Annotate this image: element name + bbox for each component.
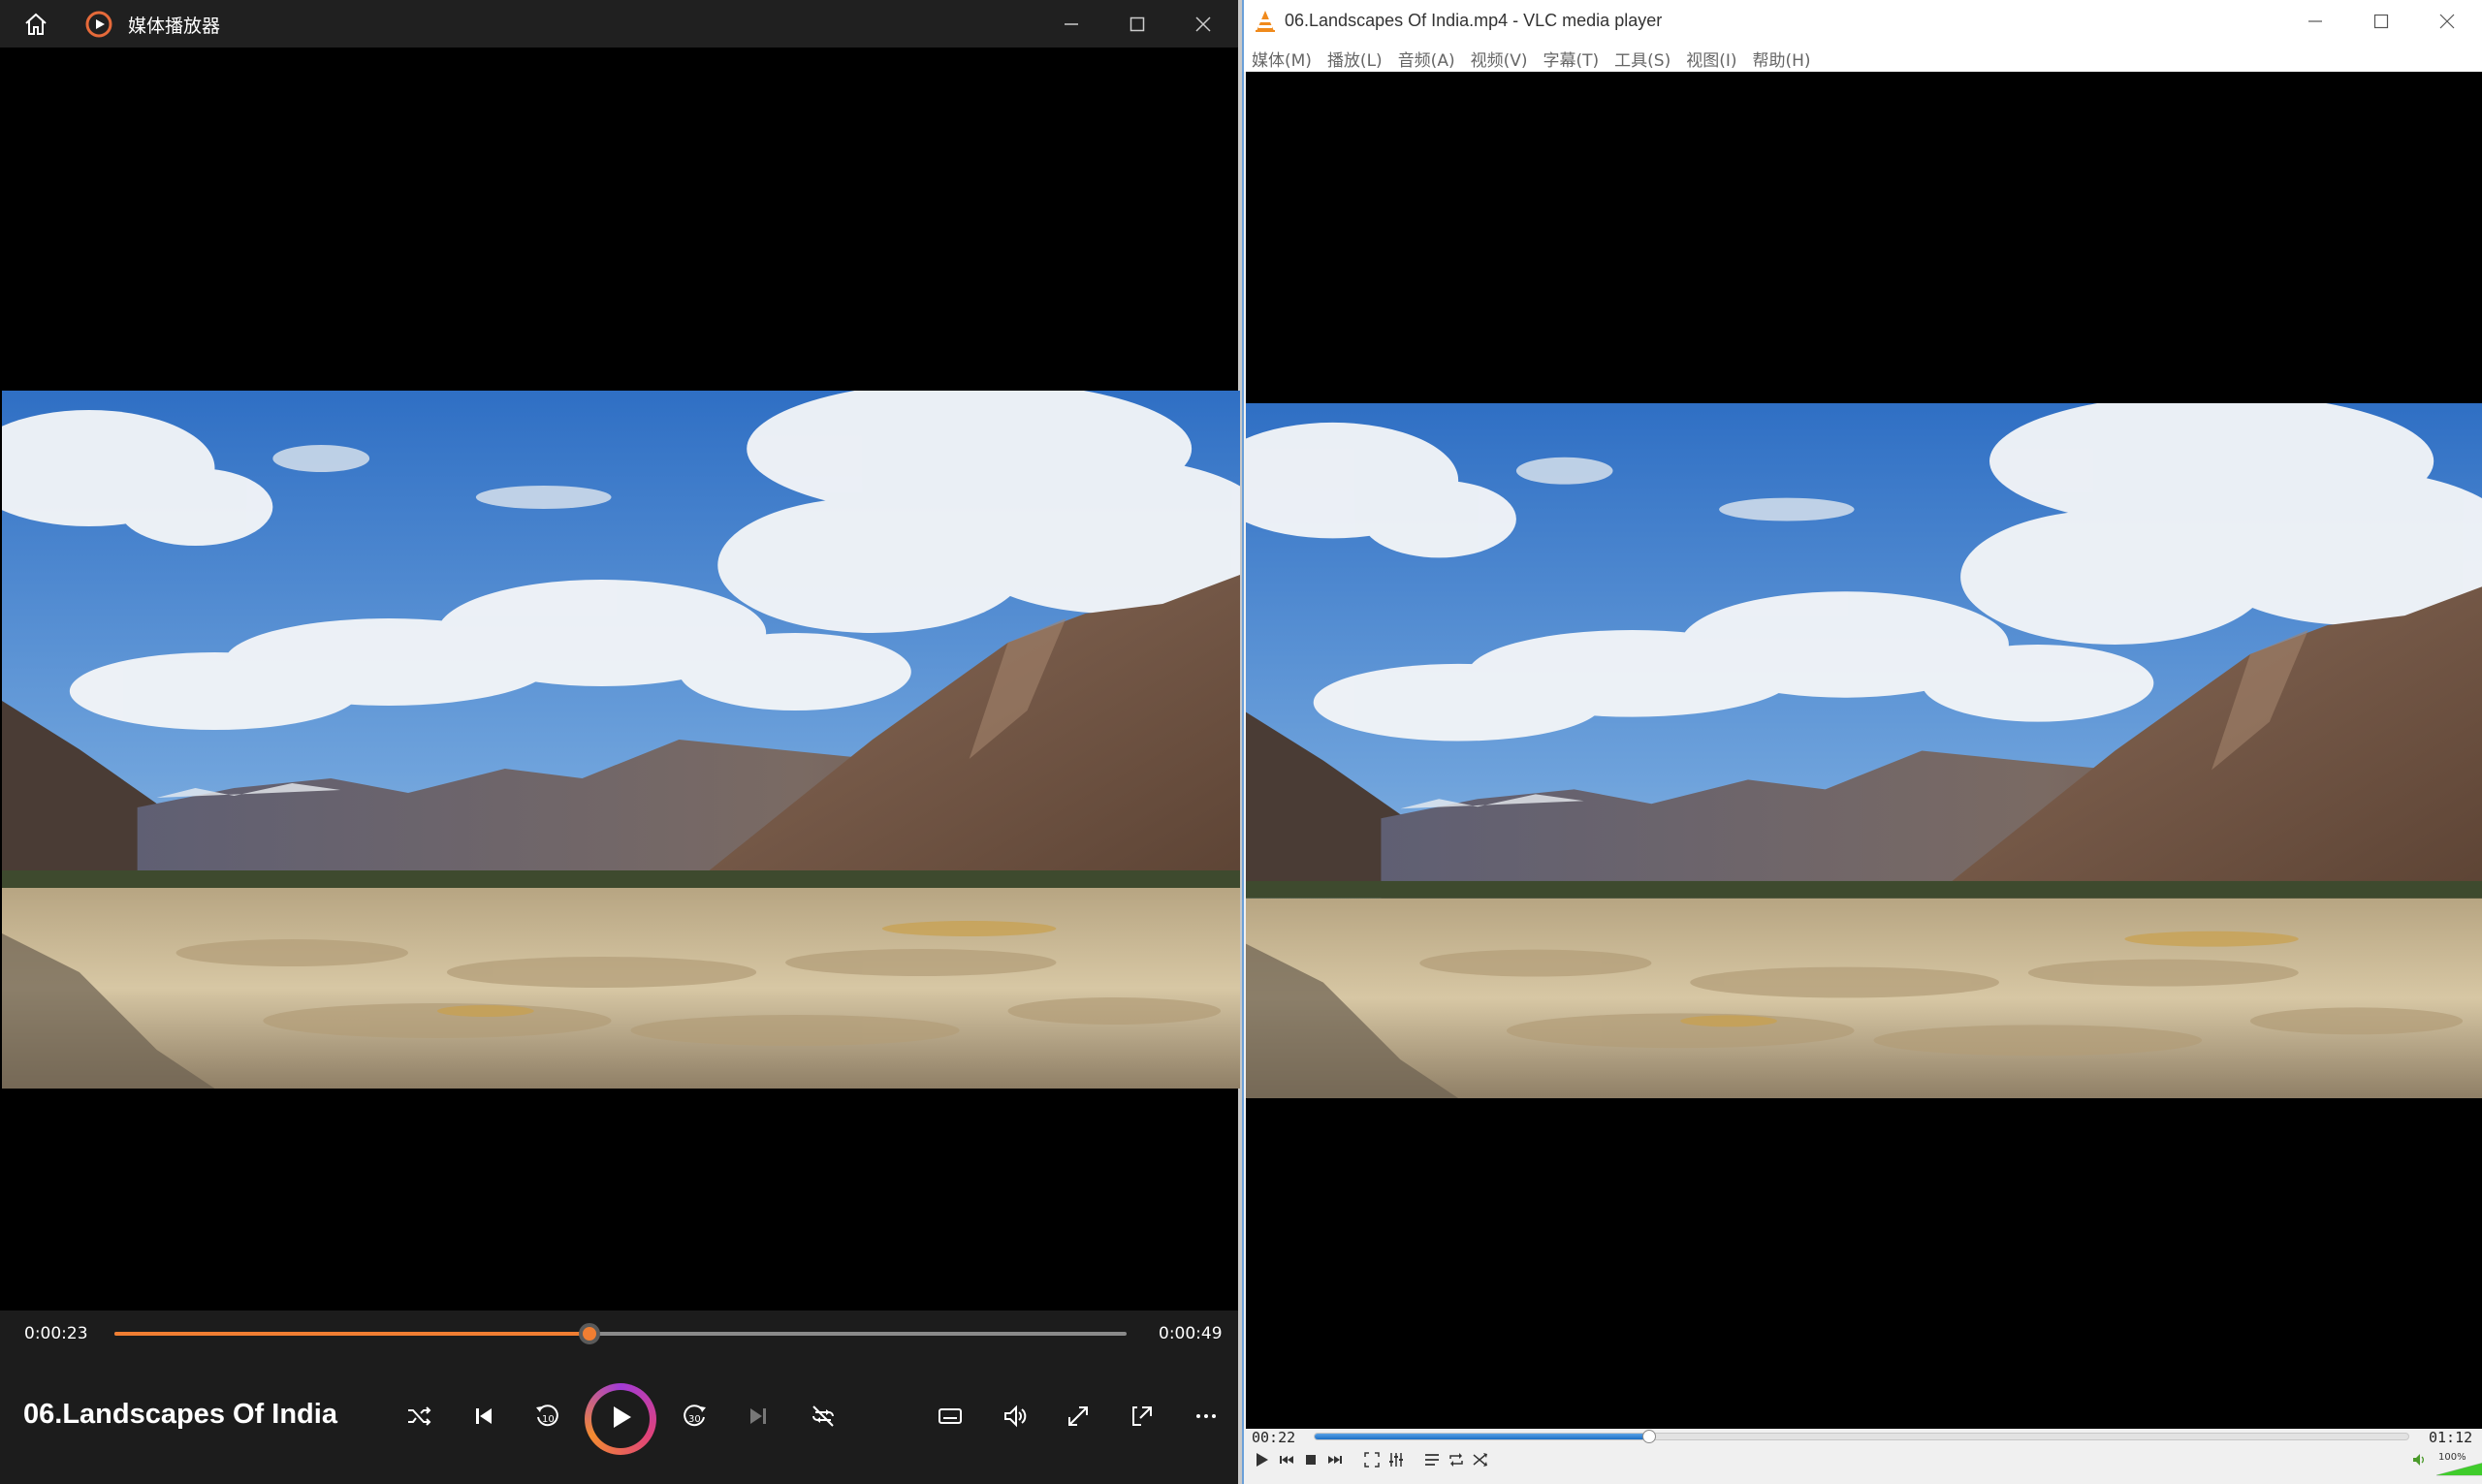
random-icon [1472, 1451, 1489, 1472]
stop-icon [1302, 1451, 1320, 1472]
miniplayer-icon [1129, 1403, 1156, 1434]
maximize-button[interactable] [1104, 0, 1170, 47]
forward-30-button[interactable]: 30 [669, 1392, 721, 1444]
volume-button[interactable] [989, 1392, 1041, 1444]
close-button[interactable] [1170, 0, 1236, 47]
maximize-button[interactable] [2348, 0, 2414, 43]
loop-icon [1448, 1451, 1465, 1472]
volume-icon [1002, 1403, 1029, 1434]
next-button[interactable] [1323, 1450, 1347, 1473]
subtitles-button[interactable] [924, 1392, 976, 1444]
play-button[interactable] [585, 1383, 656, 1455]
repeat-button[interactable] [797, 1392, 849, 1444]
fullscreen-button[interactable] [1052, 1392, 1104, 1444]
menu-subtitle[interactable]: 字幕(T) [1543, 43, 1607, 72]
svg-text:10: 10 [542, 1414, 555, 1425]
minimize-button[interactable] [1038, 0, 1104, 47]
menu-playback[interactable]: 播放(L) [1327, 43, 1390, 72]
forward-30-icon: 30 [681, 1402, 710, 1435]
title-bar: 06.Landscapes Of India.mp4 - VLC media p… [1244, 0, 2482, 43]
repeat-icon [810, 1403, 837, 1434]
volume-button[interactable] [2407, 1450, 2431, 1473]
miniplayer-button[interactable] [1116, 1392, 1168, 1444]
more-button[interactable] [1180, 1392, 1232, 1444]
menu-media[interactable]: 媒体(M) [1252, 43, 1320, 72]
menu-help[interactable]: 帮助(H) [1753, 43, 1819, 72]
seek-progress [1315, 1434, 1649, 1439]
stop-button[interactable] [1299, 1450, 1322, 1473]
previous-button[interactable] [1275, 1450, 1298, 1473]
home-icon[interactable] [21, 10, 50, 39]
menu-video[interactable]: 视频(V) [1471, 43, 1536, 72]
next-button[interactable] [732, 1392, 784, 1444]
loop-button[interactable] [1445, 1450, 1468, 1473]
menu-tools[interactable]: 工具(S) [1614, 43, 1678, 72]
app-title: 媒体播放器 [128, 16, 221, 37]
vlc-cone-icon [1254, 10, 1277, 33]
play-button[interactable] [1250, 1450, 1273, 1473]
more-icon [1193, 1403, 1220, 1434]
seek-bar[interactable] [1314, 1430, 2409, 1443]
vlc-window: 06.Landscapes Of India.mp4 - VLC media p… [1242, 0, 2482, 1484]
playlist-icon [1423, 1451, 1441, 1472]
minimize-button[interactable] [2282, 0, 2348, 43]
fullscreen-button[interactable] [1360, 1450, 1384, 1473]
close-button[interactable] [2414, 0, 2480, 43]
play-icon [606, 1403, 635, 1436]
volume-slider[interactable] [2435, 1454, 2482, 1477]
extended-settings-icon [1387, 1451, 1405, 1472]
playlist-button[interactable] [1420, 1450, 1444, 1473]
seek-thumb[interactable] [1642, 1430, 1656, 1443]
play-icon [1253, 1451, 1270, 1472]
next-icon [745, 1403, 772, 1434]
fullscreen-icon [1065, 1403, 1092, 1434]
shuffle-icon [405, 1403, 432, 1434]
media-player-window: 媒体播放器 0:00:23 0:00:49 06.Landscapes Of I… [0, 0, 1242, 1484]
rewind-10-button[interactable]: 10 [521, 1392, 573, 1444]
total-time: 01:12 [2429, 1429, 2473, 1446]
fullscreen-icon [1363, 1451, 1381, 1472]
random-button[interactable] [1469, 1450, 1492, 1473]
previous-icon [470, 1403, 497, 1434]
seek-thumb[interactable] [579, 1323, 600, 1344]
next-icon [1326, 1451, 1344, 1472]
current-time: 00:22 [1252, 1429, 1296, 1446]
svg-text:30: 30 [688, 1414, 701, 1425]
shuffle-button[interactable] [393, 1392, 445, 1444]
menu-audio[interactable]: 音频(A) [1398, 43, 1463, 72]
app-icon [84, 10, 113, 39]
video-frame[interactable] [1246, 403, 2482, 1098]
video-frame[interactable] [2, 391, 1240, 1089]
previous-button[interactable] [458, 1392, 510, 1444]
volume-icon [2411, 1452, 2427, 1471]
menu-bar: 媒体(M) 播放(L) 音频(A) 视频(V) 字幕(T) 工具(S) 视图(I… [1244, 43, 2482, 72]
menu-view[interactable]: 视图(I) [1686, 43, 1744, 72]
current-time: 0:00:23 [24, 1324, 88, 1343]
window-title: 06.Landscapes Of India.mp4 - VLC media p… [1285, 11, 1663, 30]
subtitles-icon [937, 1403, 964, 1434]
seek-bar[interactable] [114, 1323, 1127, 1344]
title-bar: 媒体播放器 [0, 0, 1238, 47]
extended-settings-button[interactable] [1384, 1450, 1408, 1473]
previous-icon [1278, 1451, 1295, 1472]
total-time: 0:00:49 [1159, 1324, 1223, 1343]
media-title: 06.Landscapes Of India [23, 1399, 337, 1430]
rewind-10-icon: 10 [532, 1402, 561, 1435]
seek-progress [114, 1332, 589, 1336]
